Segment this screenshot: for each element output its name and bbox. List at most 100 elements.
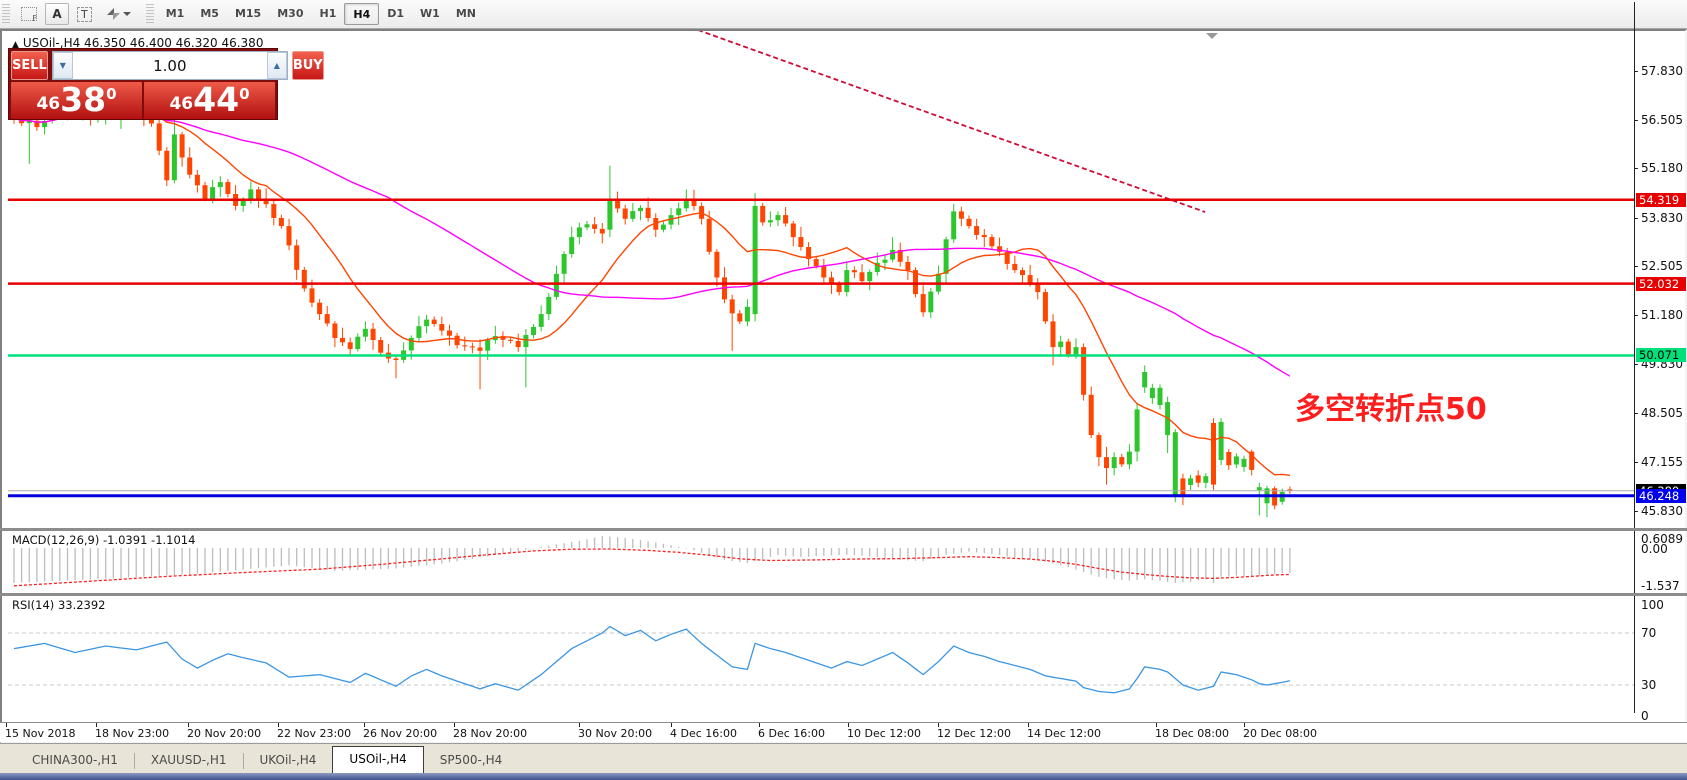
candle — [157, 123, 162, 150]
candle — [225, 182, 230, 194]
candle — [837, 284, 842, 292]
price-axis-label: 47.155 — [1641, 455, 1683, 469]
price-tick — [1634, 511, 1638, 512]
candle — [439, 324, 444, 331]
candle — [600, 229, 605, 234]
candle — [287, 226, 292, 245]
candle — [592, 224, 597, 229]
candle — [531, 327, 536, 335]
volume-spinner: ▼ ▲ — [52, 51, 288, 80]
candles-layer — [12, 100, 1293, 517]
candle — [783, 215, 788, 223]
candle — [562, 254, 567, 274]
time-axis-label: 26 Nov 20:00 — [363, 727, 437, 740]
chart-tab-usoilh4[interactable]: USOil-,H4 — [332, 746, 423, 773]
candle — [1058, 342, 1063, 348]
candle — [1158, 388, 1163, 405]
sell-price-big: 38 — [60, 82, 106, 118]
candle — [867, 272, 872, 281]
price-tick — [1634, 266, 1638, 267]
chart-tab-china300h1[interactable]: CHINA300-,H1 — [16, 749, 134, 773]
candle — [1112, 457, 1117, 468]
price-tick — [1634, 168, 1638, 169]
candle — [394, 359, 399, 361]
candle — [180, 134, 185, 157]
price-tick — [1634, 120, 1638, 121]
trend-line[interactable] — [698, 30, 1205, 212]
sell-price-sup: 0 — [106, 85, 116, 103]
price-axis-label: 51.180 — [1641, 308, 1683, 322]
candle — [1242, 459, 1247, 467]
candle — [661, 225, 666, 230]
candle — [1173, 432, 1178, 495]
level-price-label-52.032: 52.032 — [1636, 277, 1686, 291]
candle — [1219, 422, 1224, 460]
volume-input[interactable] — [73, 52, 267, 79]
rsi-line — [14, 627, 1290, 693]
buy-price-prefix: 46 — [169, 94, 193, 114]
candle — [1226, 452, 1231, 465]
chart-tab-xauusdh1[interactable]: XAUUSD-,H1 — [135, 749, 243, 773]
level-price-label-54.319: 54.319 — [1636, 193, 1686, 207]
candle — [1089, 395, 1094, 435]
time-axis-label: 20 Nov 20:00 — [187, 727, 261, 740]
sell-price-prefix: 46 — [36, 94, 60, 114]
price-axis-label: 57.830 — [1641, 64, 1683, 78]
candle — [516, 341, 521, 347]
candle — [638, 208, 643, 211]
sell-button[interactable]: SELL — [11, 51, 48, 80]
candle — [1257, 487, 1262, 490]
rsi-scale-label: 30 — [1641, 678, 1656, 692]
pane-separator-rsi[interactable] — [0, 593, 1687, 596]
rsi-scale-label: 0 — [1641, 709, 1649, 723]
time-axis-label: 4 Dec 16:00 — [670, 727, 737, 740]
candle — [210, 187, 215, 199]
candle — [523, 335, 528, 347]
chart-tab-sp500h4[interactable]: SP500-,H4 — [424, 749, 519, 773]
candle — [569, 237, 574, 254]
time-axis-label: 15 Nov 2018 — [5, 727, 75, 740]
candle — [921, 294, 926, 312]
price-axis-label: 45.830 — [1641, 504, 1683, 518]
buy-button[interactable]: BUY — [292, 51, 324, 80]
candle — [1043, 292, 1048, 321]
buy-price-big: 44 — [193, 82, 239, 118]
chart-tab-ukoilh4[interactable]: UKOil-,H4 — [244, 749, 333, 773]
pane-separator-macd[interactable] — [0, 528, 1687, 531]
volume-decrease-button[interactable]: ▼ — [53, 52, 73, 79]
price-tick — [1634, 462, 1638, 463]
candle — [760, 206, 765, 223]
chart-shift-marker-icon[interactable] — [1206, 33, 1218, 45]
price-tick — [1634, 413, 1638, 414]
candle — [585, 224, 590, 227]
candle — [1196, 475, 1201, 482]
price-axis-label: 52.505 — [1641, 259, 1683, 273]
chart-annotation-text: 多空转折点50 — [1295, 384, 1487, 428]
candle — [1203, 476, 1208, 483]
time-axis-label: 22 Nov 23:00 — [277, 727, 351, 740]
candle — [776, 215, 781, 220]
candle — [852, 270, 857, 272]
candle — [737, 313, 742, 321]
candle — [1012, 264, 1017, 270]
price-axis-border — [1634, 2, 1635, 713]
candle — [478, 348, 483, 351]
price-axis-label: 48.505 — [1641, 406, 1683, 420]
candle — [1074, 347, 1079, 354]
candle — [302, 270, 307, 289]
candle — [883, 260, 888, 263]
candle — [615, 200, 620, 208]
candle — [1020, 270, 1025, 275]
time-axis-label: 12 Dec 12:00 — [937, 727, 1011, 740]
candle — [271, 204, 276, 218]
buy-price-box[interactable]: 46440 — [144, 82, 275, 119]
candle — [1234, 456, 1239, 464]
sell-price-box[interactable]: 46380 — [11, 82, 142, 119]
time-axis[interactable]: 15 Nov 201818 Nov 23:0020 Nov 20:0022 No… — [0, 723, 1687, 742]
volume-increase-button[interactable]: ▲ — [267, 52, 287, 79]
candle — [485, 340, 490, 351]
time-axis-label: 20 Dec 08:00 — [1243, 727, 1317, 740]
candle — [607, 200, 612, 229]
candle — [989, 237, 994, 246]
candle — [546, 297, 551, 314]
